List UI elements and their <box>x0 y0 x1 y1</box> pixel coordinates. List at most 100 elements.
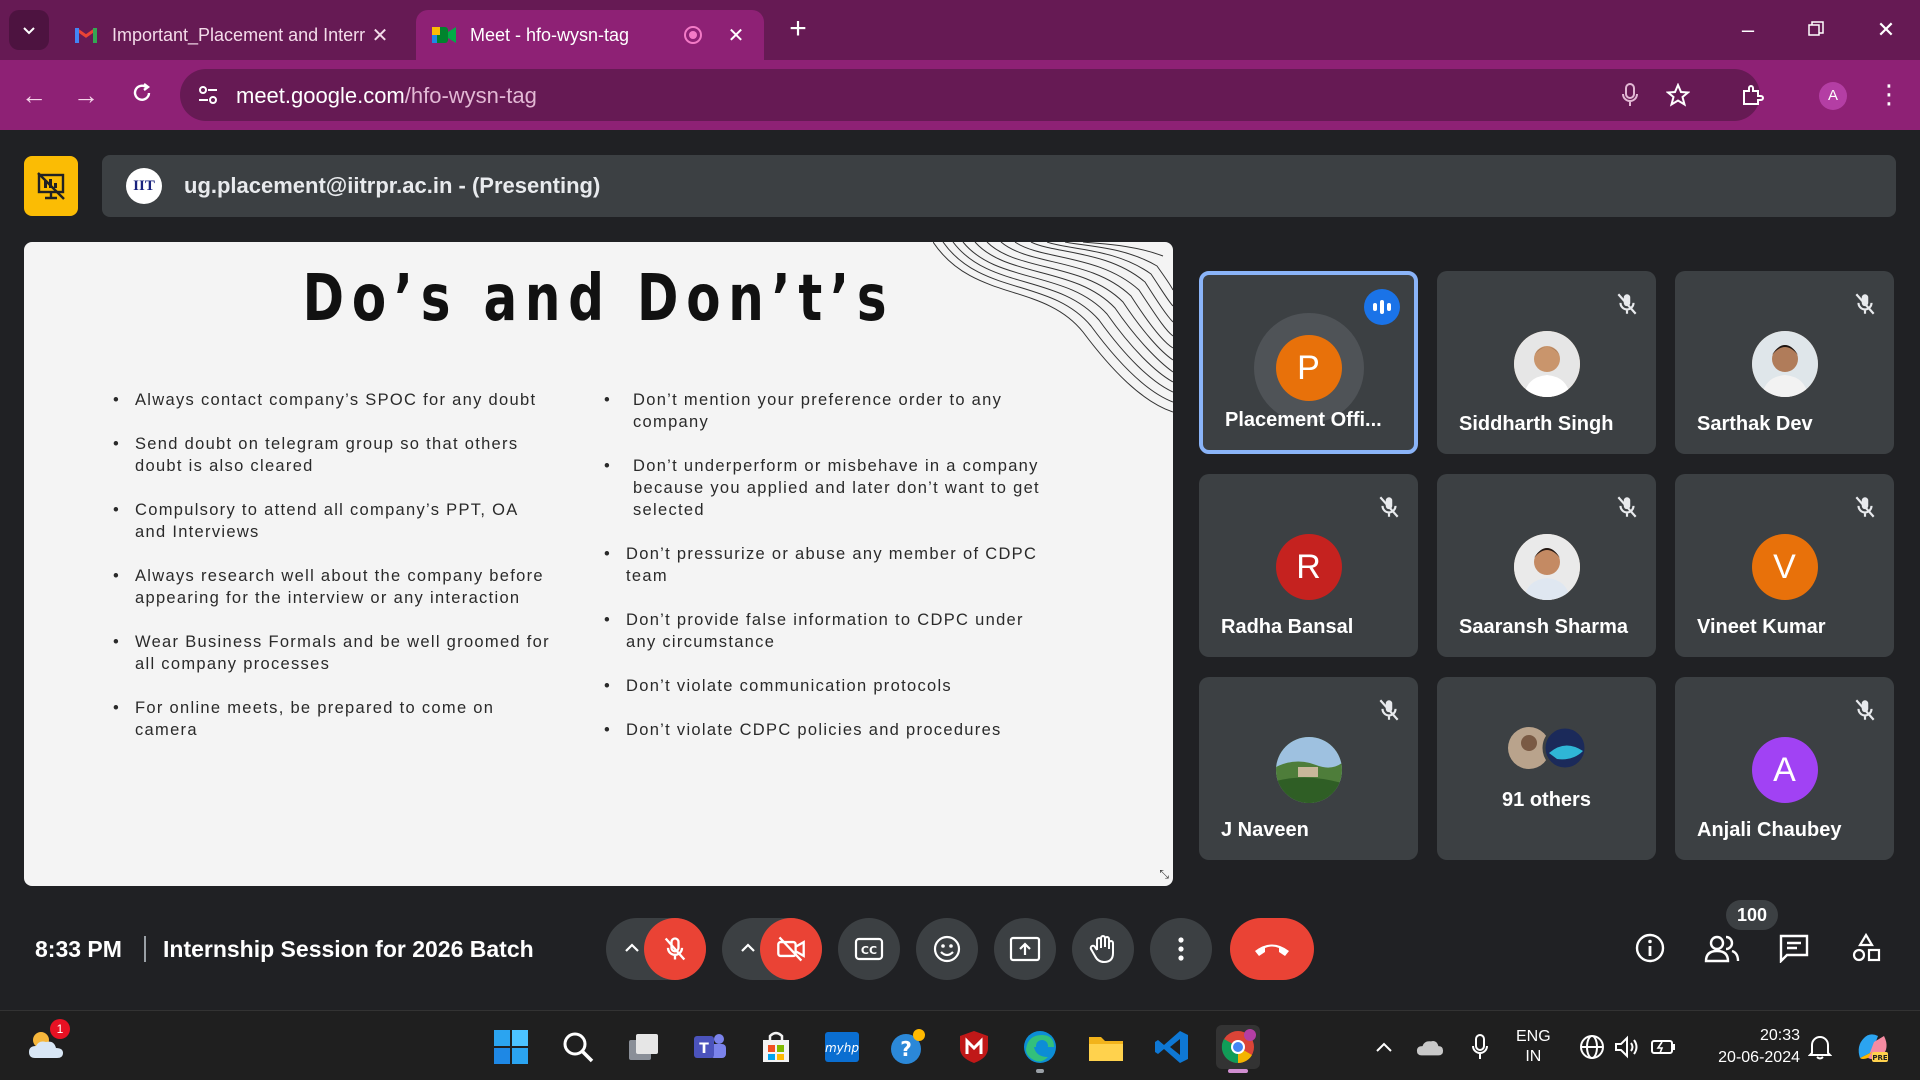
forward-button[interactable]: → <box>68 77 104 113</box>
participant-name: Radha Bansal <box>1221 616 1354 638</box>
tab-search-button[interactable] <box>9 10 49 50</box>
tab-gmail[interactable]: Important_Placement and Interr ✕ <box>58 10 408 60</box>
notifications-bell-icon[interactable] <box>1806 1033 1834 1061</box>
avatar: R <box>1275 534 1342 600</box>
expand-icon[interactable]: ⤡ <box>1159 867 1169 882</box>
list-item: Don’t violate CDPC policies and procedur… <box>604 719 1044 741</box>
new-tab-button[interactable]: + <box>782 14 814 46</box>
avatar: P <box>1275 335 1342 401</box>
chrome-icon[interactable] <box>1216 1025 1260 1069</box>
network-globe-icon[interactable] <box>1578 1033 1606 1061</box>
others-tile[interactable]: 91 others <box>1437 677 1656 860</box>
participant-tile[interactable]: Siddharth Singh <box>1437 271 1656 454</box>
chevron-up-icon[interactable] <box>620 936 644 960</box>
mic-off-icon <box>1379 699 1399 721</box>
participant-tile[interactable]: Sarthak Dev <box>1675 271 1894 454</box>
svg-text:T: T <box>699 1041 709 1057</box>
svg-text:PRE: PRE <box>1872 1054 1888 1062</box>
presenter-text: ug.placement@iitrpr.ac.in - (Presenting) <box>184 173 601 198</box>
participant-tile[interactable]: Saaransh Sharma <box>1437 474 1656 657</box>
leave-call-button[interactable] <box>1230 918 1314 980</box>
activities-button[interactable] <box>1846 928 1886 968</box>
bookmark-star-icon[interactable] <box>1664 81 1692 109</box>
restore-button[interactable] <box>1796 12 1836 48</box>
people-count-badge: 100 <box>1726 900 1778 930</box>
chevron-up-icon[interactable] <box>736 936 760 960</box>
more-vert-icon <box>1178 937 1184 961</box>
mic-off-icon <box>1855 699 1875 721</box>
mic-off-icon <box>1379 496 1399 518</box>
reload-button[interactable] <box>124 77 160 113</box>
system-clock[interactable]: 20:33 20-06-2024 <box>1700 1025 1800 1069</box>
presentation-slide: Do’s and Don’t’s Always contact company’… <box>24 242 1173 886</box>
participant-name: Placement Offi... <box>1225 409 1382 431</box>
avatar <box>1275 737 1342 803</box>
notification-badge: 1 <box>50 1019 70 1039</box>
myhp-icon[interactable]: myhp <box>820 1025 864 1069</box>
raise-hand-button[interactable] <box>1072 918 1134 980</box>
reactions-button[interactable] <box>916 918 978 980</box>
volume-icon[interactable] <box>1614 1033 1642 1061</box>
participant-tile[interactable]: R Radha Bansal <box>1199 474 1418 657</box>
mic-icon[interactable] <box>1616 81 1644 109</box>
help-icon[interactable]: ? <box>886 1025 930 1069</box>
gmail-icon <box>74 23 98 47</box>
end-call-icon <box>1255 944 1289 956</box>
store-icon[interactable] <box>754 1025 798 1069</box>
site-info-icon[interactable] <box>196 83 220 107</box>
mcafee-icon[interactable] <box>952 1025 996 1069</box>
meeting-clock: 8:33 PM <box>35 936 122 962</box>
language-indicator[interactable]: ENG IN <box>1516 1027 1551 1067</box>
chat-button[interactable] <box>1774 928 1814 968</box>
tab-meet[interactable]: Meet - hfo-wysn-tag ✕ <box>416 10 764 60</box>
people-button[interactable] <box>1702 928 1742 968</box>
teams-icon[interactable]: T <box>688 1025 732 1069</box>
speaking-indicator-icon <box>1364 289 1400 325</box>
search-icon[interactable] <box>556 1025 600 1069</box>
file-explorer-icon[interactable] <box>1084 1025 1128 1069</box>
hand-icon <box>1089 935 1114 964</box>
mic-toggle-button[interactable] <box>644 918 706 980</box>
profile-avatar[interactable]: A <box>1819 82 1847 110</box>
address-bar[interactable]: meet.google.com/hfo-wysn-tag <box>180 69 1760 121</box>
participant-tile[interactable]: J Naveen <box>1199 677 1418 860</box>
task-view-icon[interactable] <box>622 1025 666 1069</box>
close-tab-icon[interactable]: ✕ <box>368 23 392 48</box>
participant-tile[interactable]: A Anjali Chaubey <box>1675 677 1894 860</box>
closed-captions-icon: CC <box>854 937 884 961</box>
stop-presenting-button[interactable] <box>24 156 78 216</box>
browser-toolbar: ← → meet.google.com/hfo-wysn-tag A ⋮ <box>0 60 1920 130</box>
mic-off-icon <box>1617 293 1637 315</box>
microphone-tray-icon[interactable] <box>1466 1033 1494 1061</box>
participant-name: Vineet Kumar <box>1697 616 1826 638</box>
close-tab-icon[interactable]: ✕ <box>724 23 748 48</box>
participant-tile[interactable]: V Vineet Kumar <box>1675 474 1894 657</box>
people-icon <box>1704 935 1740 963</box>
edge-icon[interactable] <box>1018 1025 1062 1069</box>
chat-icon <box>1779 934 1809 963</box>
more-options-button[interactable] <box>1150 918 1212 980</box>
captions-button[interactable]: CC <box>838 918 900 980</box>
close-window-button[interactable]: ✕ <box>1866 12 1906 48</box>
copilot-icon[interactable]: PRE <box>1852 1027 1892 1067</box>
browser-menu-icon[interactable]: ⋮ <box>1876 79 1902 111</box>
start-icon[interactable] <box>489 1025 533 1069</box>
show-hidden-icons-icon[interactable] <box>1370 1033 1398 1061</box>
tab-title: Important_Placement and Interr <box>112 24 366 45</box>
restore-icon <box>1808 21 1824 36</box>
meeting-details-button[interactable] <box>1630 928 1670 968</box>
minimize-button[interactable]: – <box>1728 12 1768 48</box>
camera-off-icon <box>777 936 805 962</box>
recording-icon <box>684 26 702 44</box>
vscode-icon[interactable] <box>1150 1025 1194 1069</box>
svg-text:?: ? <box>900 1037 912 1061</box>
participant-name: Anjali Chaubey <box>1697 819 1842 841</box>
present-button[interactable] <box>994 918 1056 980</box>
participant-tile[interactable]: P Placement Offi... <box>1199 271 1418 454</box>
camera-toggle-button[interactable] <box>760 918 822 980</box>
extensions-icon[interactable] <box>1738 81 1766 109</box>
back-button[interactable]: ← <box>16 77 52 113</box>
battery-icon[interactable] <box>1650 1033 1678 1061</box>
onedrive-icon[interactable] <box>1416 1033 1444 1061</box>
reload-icon <box>133 83 151 101</box>
